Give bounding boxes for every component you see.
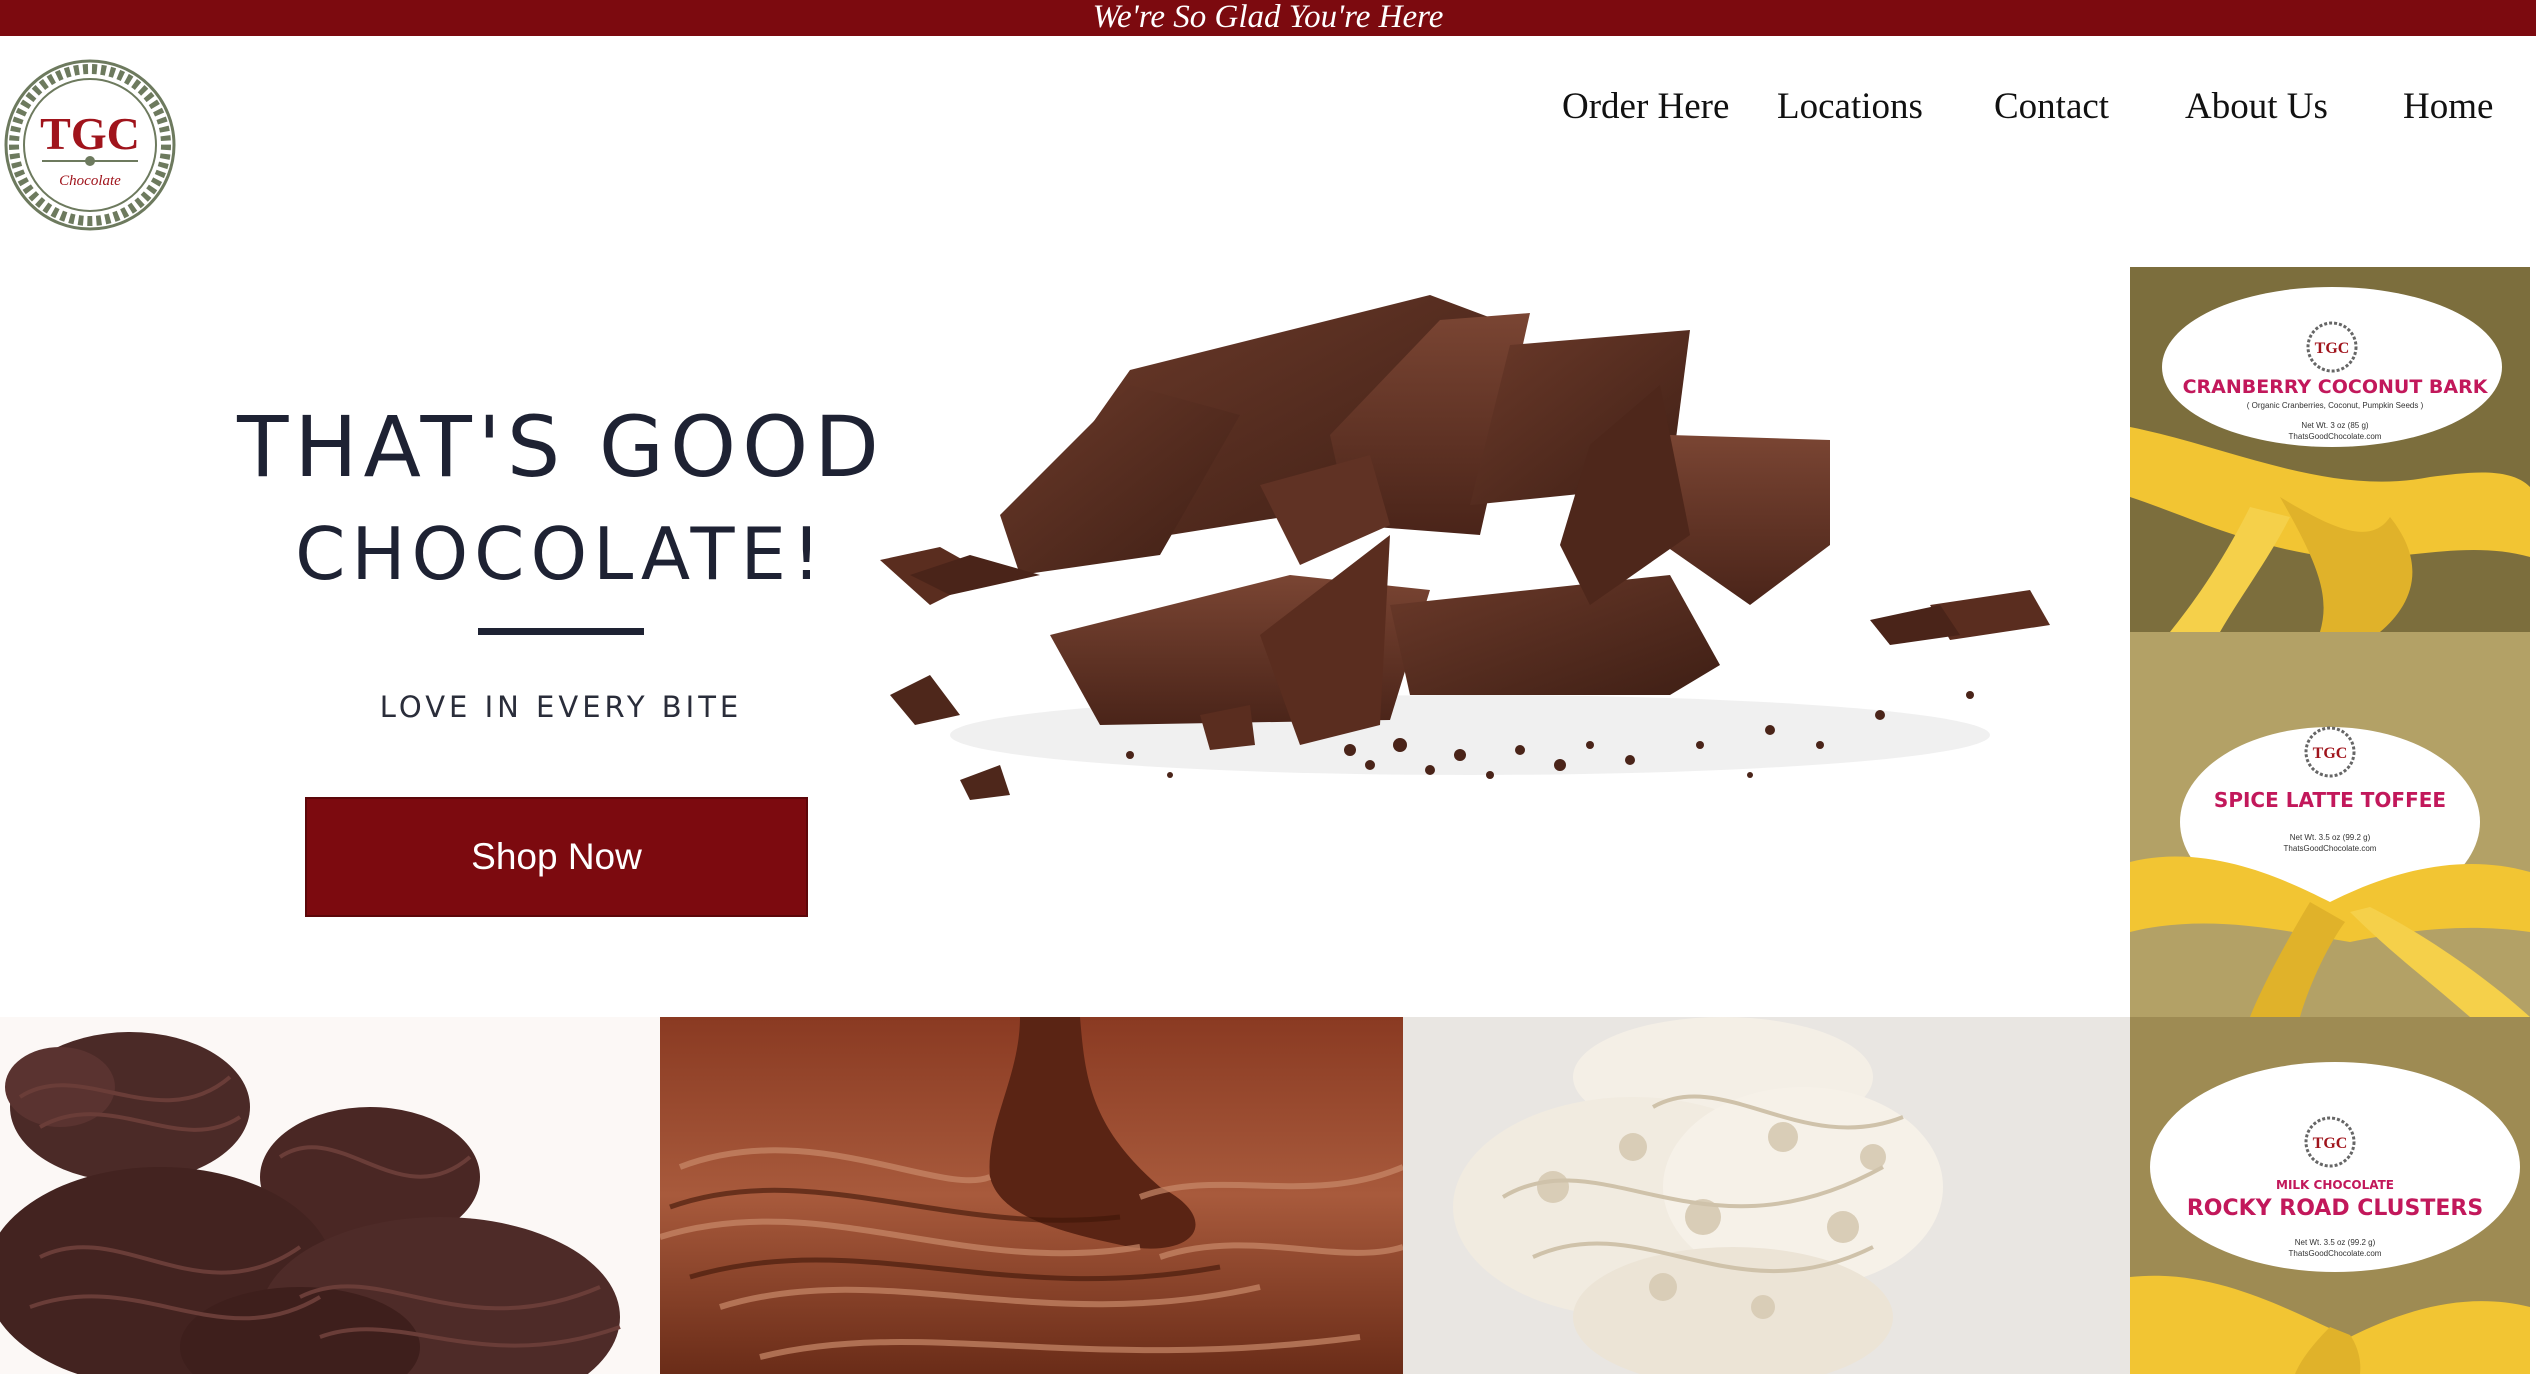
bag2-site: ThatsGoodChocolate.com [2284,844,2377,853]
bag3-weight: Net Wt. 3.5 oz (99.2 g) [2295,1238,2376,1247]
nav-contact[interactable]: Contact [1994,85,2109,128]
hero-divider [478,628,644,635]
white-chocolate-clusters-photo [1403,1017,2130,1374]
bag3-subtitle: MILK CHOCOLATE [2276,1178,2394,1192]
shop-now-button[interactable]: Shop Now [305,797,808,917]
tgc-logo[interactable]: TGC Chocolate [2,57,178,233]
bag2-logo: TGC [2313,745,2348,762]
bag1-name: CRANBERRY COCONUT BARK [2183,376,2489,398]
chocolate-pieces-image [870,275,2105,845]
bag3-logo: TGC [2313,1135,2348,1152]
nav-order-here[interactable]: Order Here [1562,85,1729,128]
product-bag-cranberry-coconut-bark[interactable]: TGC CRANBERRY COCONUT BARK ( Organic Cra… [2130,267,2530,632]
nav-locations[interactable]: Locations [1777,85,1923,128]
product-bag-spice-latte-toffee[interactable]: TGC SPICE LATTE TOFFEE Net Wt. 3.5 oz (9… [2130,632,2530,1017]
bag3-site: ThatsGoodChocolate.com [2289,1249,2382,1258]
bag3-name: ROCKY ROAD CLUSTERS [2187,1196,2483,1221]
hero-title-line2: CHOCOLATE! [295,512,827,596]
product-bag-rocky-road-clusters[interactable]: TGC MILK CHOCOLATE ROCKY ROAD CLUSTERS N… [2130,1017,2530,1374]
announcement-text: We're So Glad You're Here [1092,0,1444,35]
melted-chocolate-photo [660,1017,1403,1374]
chocolate-clusters-photo [0,1017,660,1374]
bag1-logo: TGC [2315,340,2350,357]
hero-title-line1: THAT'S GOOD [237,398,885,496]
nav-about-us[interactable]: About Us [2185,85,2328,128]
bag1-ingredients: ( Organic Cranberries, Coconut, Pumpkin … [2247,401,2424,410]
main-nav: Order Here Locations Contact About Us Ho… [0,85,2536,135]
nav-home[interactable]: Home [2403,85,2493,128]
bag1-site: ThatsGoodChocolate.com [2289,432,2382,441]
bag2-weight: Net Wt. 3.5 oz (99.2 g) [2290,833,2371,842]
logo-script: Chocolate [59,173,121,189]
hero-tagline: LOVE IN EVERY BITE [379,690,743,724]
announcement-bar: We're So Glad You're Here [0,0,2536,36]
bag1-weight: Net Wt. 3 oz (85 g) [2301,421,2368,430]
bag2-name: SPICE LATTE TOFFEE [2214,788,2446,812]
